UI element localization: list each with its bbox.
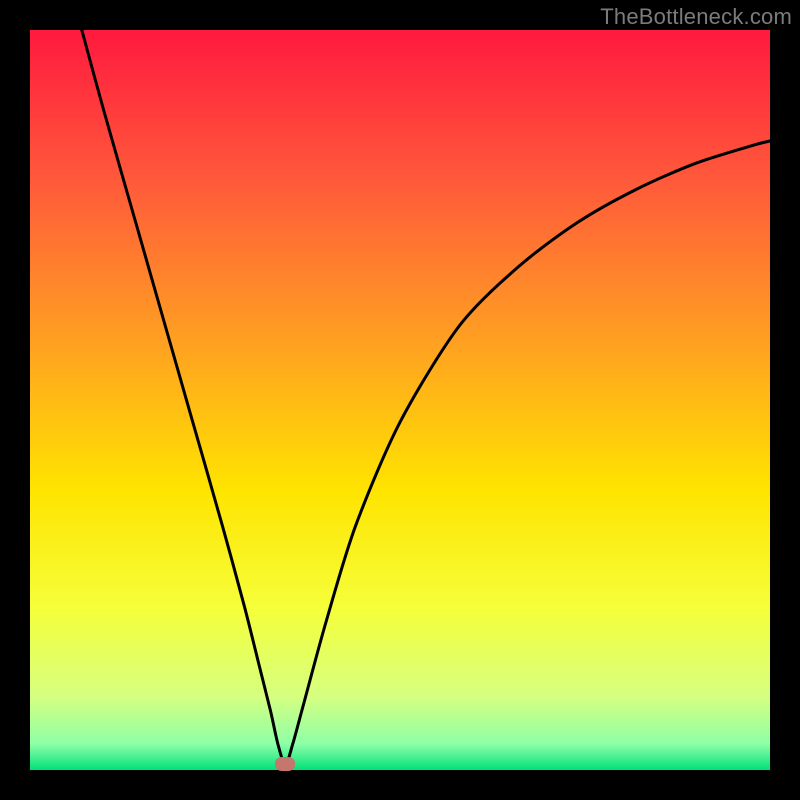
chart-frame: TheBottleneck.com [0, 0, 800, 800]
curve-path [82, 30, 770, 765]
optimum-marker [275, 757, 295, 771]
watermark-text: TheBottleneck.com [600, 4, 792, 30]
plot-area [30, 30, 770, 770]
bottleneck-curve [30, 30, 770, 770]
